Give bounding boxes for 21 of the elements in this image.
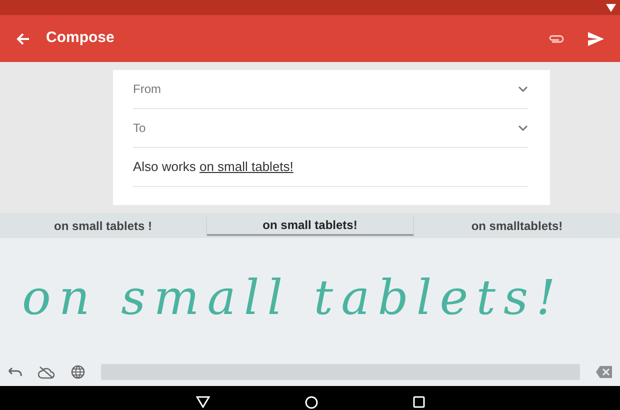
attach-button[interactable] xyxy=(548,34,564,44)
screen-title: Compose xyxy=(46,28,116,48)
home-button[interactable] xyxy=(304,396,318,408)
globe-button[interactable] xyxy=(71,365,85,379)
undo-button[interactable] xyxy=(8,367,22,377)
back-nav-button[interactable] xyxy=(196,396,210,408)
backspace-button[interactable] xyxy=(596,366,612,378)
recents-button[interactable] xyxy=(412,396,424,408)
expand-button[interactable] xyxy=(518,86,528,92)
field-label: From xyxy=(133,81,161,98)
suggestion[interactable]: on smalltablets! xyxy=(414,216,620,234)
handwritten-ink: on small tablets! xyxy=(21,274,564,322)
suggestion[interactable]: on small tablets! xyxy=(207,216,414,236)
suggestion[interactable]: on small tablets ! xyxy=(0,216,207,234)
field-label: To xyxy=(133,120,146,137)
wifi-icon xyxy=(606,3,616,12)
cloud-off-button[interactable] xyxy=(38,366,55,378)
expand-button[interactable] xyxy=(518,125,528,131)
back-button[interactable] xyxy=(16,32,30,46)
send-button[interactable] xyxy=(588,32,604,46)
message-body[interactable]: Also works on small tablets! xyxy=(133,157,294,177)
